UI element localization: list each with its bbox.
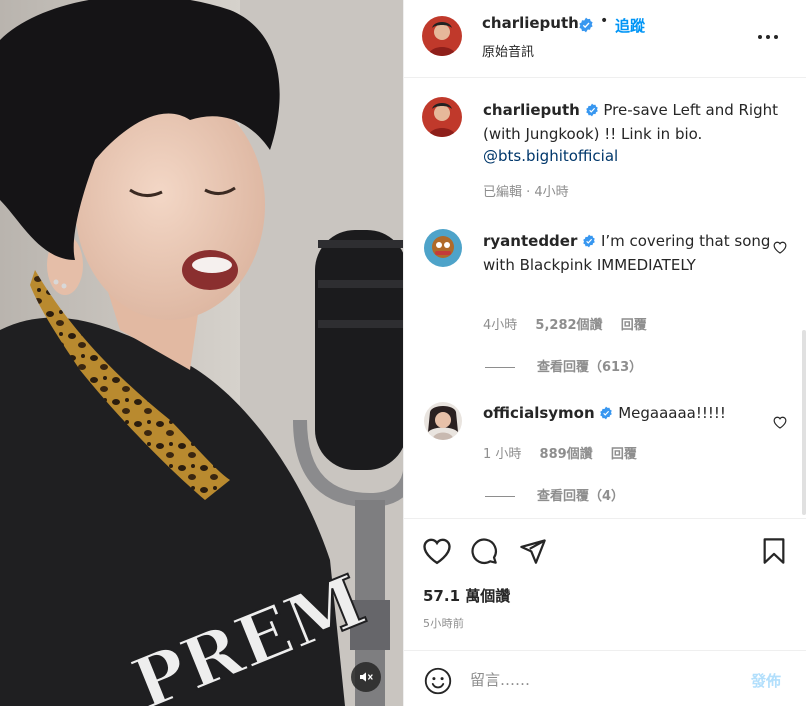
post-panel: charlieputh • 追蹤 原始音訊 charlieputh Pre-sa… bbox=[403, 0, 806, 706]
paper-plane-icon bbox=[520, 539, 546, 564]
post-timestamp[interactable]: 5小時前 bbox=[423, 615, 464, 631]
comment-body: officialsymon Megaaaaa!!!!! bbox=[483, 402, 773, 426]
view-replies-button[interactable]: 查看回覆（613） bbox=[485, 356, 642, 375]
separator-dot: • bbox=[600, 13, 609, 29]
caption-meta: 已編輯 · 4小時 bbox=[483, 185, 569, 200]
comment-username[interactable]: officialsymon bbox=[483, 404, 595, 422]
video-frame: PREM bbox=[0, 0, 403, 706]
author-username[interactable]: charlieputh bbox=[482, 14, 579, 32]
post-header: charlieputh • 追蹤 原始音訊 bbox=[404, 0, 806, 78]
comment-input[interactable] bbox=[470, 667, 740, 693]
more-horizontal-icon bbox=[758, 35, 778, 39]
verified-badge-icon bbox=[582, 232, 596, 254]
comment-avatar[interactable] bbox=[424, 402, 462, 440]
profile-picture-icon bbox=[424, 402, 462, 440]
comment-like-button[interactable] bbox=[773, 239, 787, 258]
speaker-muted-icon bbox=[360, 672, 373, 682]
audio-label[interactable]: 原始音訊 bbox=[482, 41, 534, 60]
follow-button[interactable]: 追蹤 bbox=[615, 15, 645, 36]
comment-likes[interactable]: 5,282個讚 bbox=[535, 318, 602, 333]
comment-like-button[interactable] bbox=[773, 414, 787, 433]
heart-outline-icon bbox=[773, 241, 787, 254]
comment-username[interactable]: ryantedder bbox=[483, 232, 577, 250]
reply-button[interactable]: 回覆 bbox=[621, 318, 647, 333]
comments-scrollbar[interactable] bbox=[802, 330, 806, 515]
caption: charlieputh Pre-save Left and Right (wit… bbox=[483, 99, 783, 167]
comment-meta: 4小時 5,282個讚 回覆 bbox=[483, 314, 661, 333]
emoji-smiley-icon bbox=[424, 667, 452, 695]
comment-body: ryantedder I’m covering that song with B… bbox=[483, 230, 773, 276]
view-replies-label: 查看回覆（4） bbox=[537, 489, 625, 504]
divider bbox=[485, 367, 515, 368]
heart-outline-icon bbox=[773, 416, 787, 429]
comment-time[interactable]: 4小時 bbox=[483, 318, 517, 333]
view-replies-label: 查看回覆（613） bbox=[537, 360, 643, 375]
comment-likes[interactable]: 889個讚 bbox=[540, 447, 593, 462]
likes-count[interactable]: 57.1 萬個讚 bbox=[423, 585, 510, 606]
post-media[interactable]: PREM bbox=[0, 0, 403, 706]
like-button[interactable] bbox=[422, 537, 452, 569]
comment-button[interactable] bbox=[470, 537, 498, 569]
verified-badge-icon bbox=[599, 404, 613, 426]
heart-outline-icon bbox=[423, 538, 451, 565]
comment-composer: 發佈 bbox=[404, 650, 806, 706]
share-button[interactable] bbox=[519, 537, 547, 569]
save-button[interactable] bbox=[762, 537, 786, 569]
more-options-button[interactable] bbox=[756, 28, 780, 46]
bookmark-icon bbox=[763, 538, 785, 564]
comment-text: Megaaaaa!!!!! bbox=[618, 404, 726, 422]
comment-time[interactable]: 1 小時 bbox=[483, 447, 521, 462]
post-comment-button[interactable]: 發佈 bbox=[751, 670, 781, 691]
verified-badge-icon bbox=[578, 17, 594, 37]
caption-username[interactable]: charlieputh bbox=[483, 101, 580, 119]
view-replies-button[interactable]: 查看回覆（4） bbox=[485, 485, 624, 504]
comment-avatar[interactable] bbox=[424, 229, 462, 267]
post-actions: 57.1 萬個讚 5小時前 bbox=[404, 518, 806, 648]
mute-button[interactable] bbox=[351, 662, 381, 692]
profile-picture-icon bbox=[422, 97, 462, 137]
comments-section[interactable]: charlieputh Pre-save Left and Right (wit… bbox=[404, 79, 806, 517]
comment-bubble-icon bbox=[471, 538, 497, 565]
caption-avatar[interactable] bbox=[422, 97, 462, 137]
verified-badge-icon bbox=[585, 101, 599, 123]
profile-picture-icon bbox=[422, 16, 462, 56]
emoji-button[interactable] bbox=[424, 667, 452, 699]
reply-button[interactable]: 回覆 bbox=[611, 447, 637, 462]
profile-picture-icon bbox=[424, 229, 462, 267]
caption-mention[interactable]: @bts.bighitofficial bbox=[483, 147, 618, 165]
comment-meta: 1 小時 889個讚 回覆 bbox=[483, 443, 651, 462]
avatar[interactable] bbox=[422, 16, 462, 56]
divider bbox=[485, 496, 515, 497]
